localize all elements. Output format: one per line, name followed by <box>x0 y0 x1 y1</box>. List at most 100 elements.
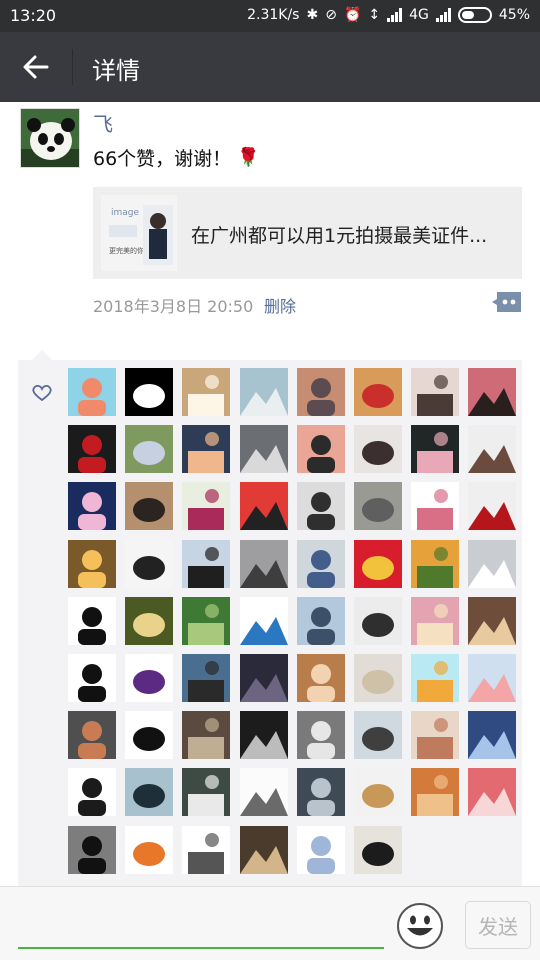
like-avatar[interactable] <box>296 825 345 874</box>
like-avatar[interactable] <box>125 539 174 588</box>
like-avatar[interactable] <box>468 539 517 588</box>
like-avatar[interactable] <box>296 654 345 702</box>
smiley-icon <box>397 903 443 949</box>
status-right: 2.31K/s ✱ ⊘ ⏰ ↕ 4G 45% <box>247 6 530 24</box>
like-avatar[interactable] <box>182 425 231 474</box>
comment-input-bar: 发送 <box>0 886 540 960</box>
like-avatar[interactable] <box>411 539 460 588</box>
panda-avatar-image <box>21 109 79 167</box>
like-avatar[interactable] <box>182 654 231 702</box>
like-avatar[interactable] <box>296 596 345 645</box>
bluetooth-icon: ✱ <box>306 7 319 23</box>
link-card[interactable]: image 更完美的你 在广州都可以用1元拍摄最美证件... <box>93 187 522 279</box>
like-avatar[interactable] <box>125 825 174 874</box>
like-avatar[interactable] <box>239 596 288 645</box>
like-avatar[interactable] <box>125 368 174 416</box>
like-avatar[interactable] <box>182 539 231 588</box>
like-avatar[interactable] <box>125 711 174 760</box>
network-speed: 2.31K/s <box>247 7 300 23</box>
thumb-caption: 更完美的你 <box>109 246 144 255</box>
like-avatar[interactable] <box>468 368 517 416</box>
post-text-content: 66个赞，谢谢！ <box>93 148 232 170</box>
like-avatar[interactable] <box>468 654 517 702</box>
like-avatar[interactable] <box>411 482 460 531</box>
heart-icon <box>32 384 52 402</box>
like-avatar[interactable] <box>125 425 174 474</box>
like-avatar[interactable] <box>411 768 460 817</box>
signal-icon: ↕ <box>368 7 381 23</box>
like-avatar[interactable] <box>68 596 116 645</box>
like-avatar[interactable] <box>296 368 345 416</box>
comment-more-button[interactable] <box>491 290 523 314</box>
like-avatar[interactable] <box>354 368 402 416</box>
like-avatar[interactable] <box>411 368 460 416</box>
like-avatar[interactable] <box>411 425 460 474</box>
like-avatar[interactable] <box>411 711 460 760</box>
link-thumbnail-image: image 更完美的你 <box>101 195 177 271</box>
like-avatar[interactable] <box>68 825 116 874</box>
like-avatar[interactable] <box>239 711 288 760</box>
signal-bars-icon <box>387 8 403 22</box>
page-title: 详情 <box>92 57 140 85</box>
author-name[interactable]: 飞 <box>93 108 113 137</box>
like-avatar[interactable] <box>182 368 231 416</box>
like-avatar[interactable] <box>68 711 116 760</box>
title-bar: 详情 <box>0 32 540 102</box>
like-avatar[interactable] <box>68 539 116 588</box>
author-avatar[interactable] <box>20 108 80 168</box>
like-avatar[interactable] <box>354 482 402 531</box>
like-avatar[interactable] <box>354 654 402 702</box>
like-avatar[interactable] <box>239 482 288 531</box>
like-avatar[interactable] <box>125 596 174 645</box>
like-avatar[interactable] <box>239 368 288 416</box>
like-avatar[interactable] <box>354 768 402 817</box>
like-avatar[interactable] <box>468 711 517 760</box>
like-avatar[interactable] <box>354 825 402 874</box>
like-avatar[interactable] <box>182 482 231 531</box>
like-avatar[interactable] <box>468 768 517 817</box>
like-avatar[interactable] <box>239 825 288 874</box>
like-avatar[interactable] <box>411 596 460 645</box>
like-avatar[interactable] <box>468 482 517 531</box>
arrow-left-icon <box>23 55 49 79</box>
like-avatar[interactable] <box>68 654 116 702</box>
like-avatar[interactable] <box>239 654 288 702</box>
like-avatar[interactable] <box>239 768 288 817</box>
signal-bars-2-icon <box>435 8 451 22</box>
like-avatar[interactable] <box>68 425 116 474</box>
like-avatar[interactable] <box>354 596 402 645</box>
like-avatar[interactable] <box>354 539 402 588</box>
back-button[interactable] <box>12 45 60 89</box>
mute-icon: ⊘ <box>325 7 337 23</box>
like-avatar[interactable] <box>354 711 402 760</box>
emoji-button[interactable] <box>395 901 445 951</box>
likes-pointer <box>32 350 52 360</box>
comment-input[interactable] <box>18 897 384 949</box>
send-button[interactable]: 发送 <box>465 901 531 949</box>
like-avatar[interactable] <box>239 425 288 474</box>
like-avatar[interactable] <box>239 539 288 588</box>
rose-icon: 🌹 <box>237 147 260 168</box>
like-avatar[interactable] <box>468 425 517 474</box>
like-avatar[interactable] <box>68 368 116 416</box>
like-avatar[interactable] <box>296 482 345 531</box>
like-avatar[interactable] <box>354 425 402 474</box>
like-avatar[interactable] <box>68 768 116 817</box>
like-avatar[interactable] <box>296 711 345 760</box>
status-time: 13:20 <box>10 6 57 25</box>
like-avatar[interactable] <box>68 482 116 531</box>
like-avatar[interactable] <box>296 539 345 588</box>
like-avatar[interactable] <box>296 425 345 474</box>
like-avatar[interactable] <box>411 654 460 702</box>
like-avatar[interactable] <box>125 768 174 817</box>
like-avatar[interactable] <box>296 768 345 817</box>
like-avatar[interactable] <box>182 596 231 645</box>
like-avatar[interactable] <box>182 768 231 817</box>
delete-button[interactable]: 删除 <box>264 293 296 317</box>
like-avatar[interactable] <box>125 654 174 702</box>
like-avatar[interactable] <box>182 711 231 760</box>
like-avatar[interactable] <box>125 482 174 531</box>
post-text: 66个赞，谢谢！ 🌹 <box>93 144 260 171</box>
like-avatar[interactable] <box>182 825 231 874</box>
like-avatar[interactable] <box>468 596 517 645</box>
